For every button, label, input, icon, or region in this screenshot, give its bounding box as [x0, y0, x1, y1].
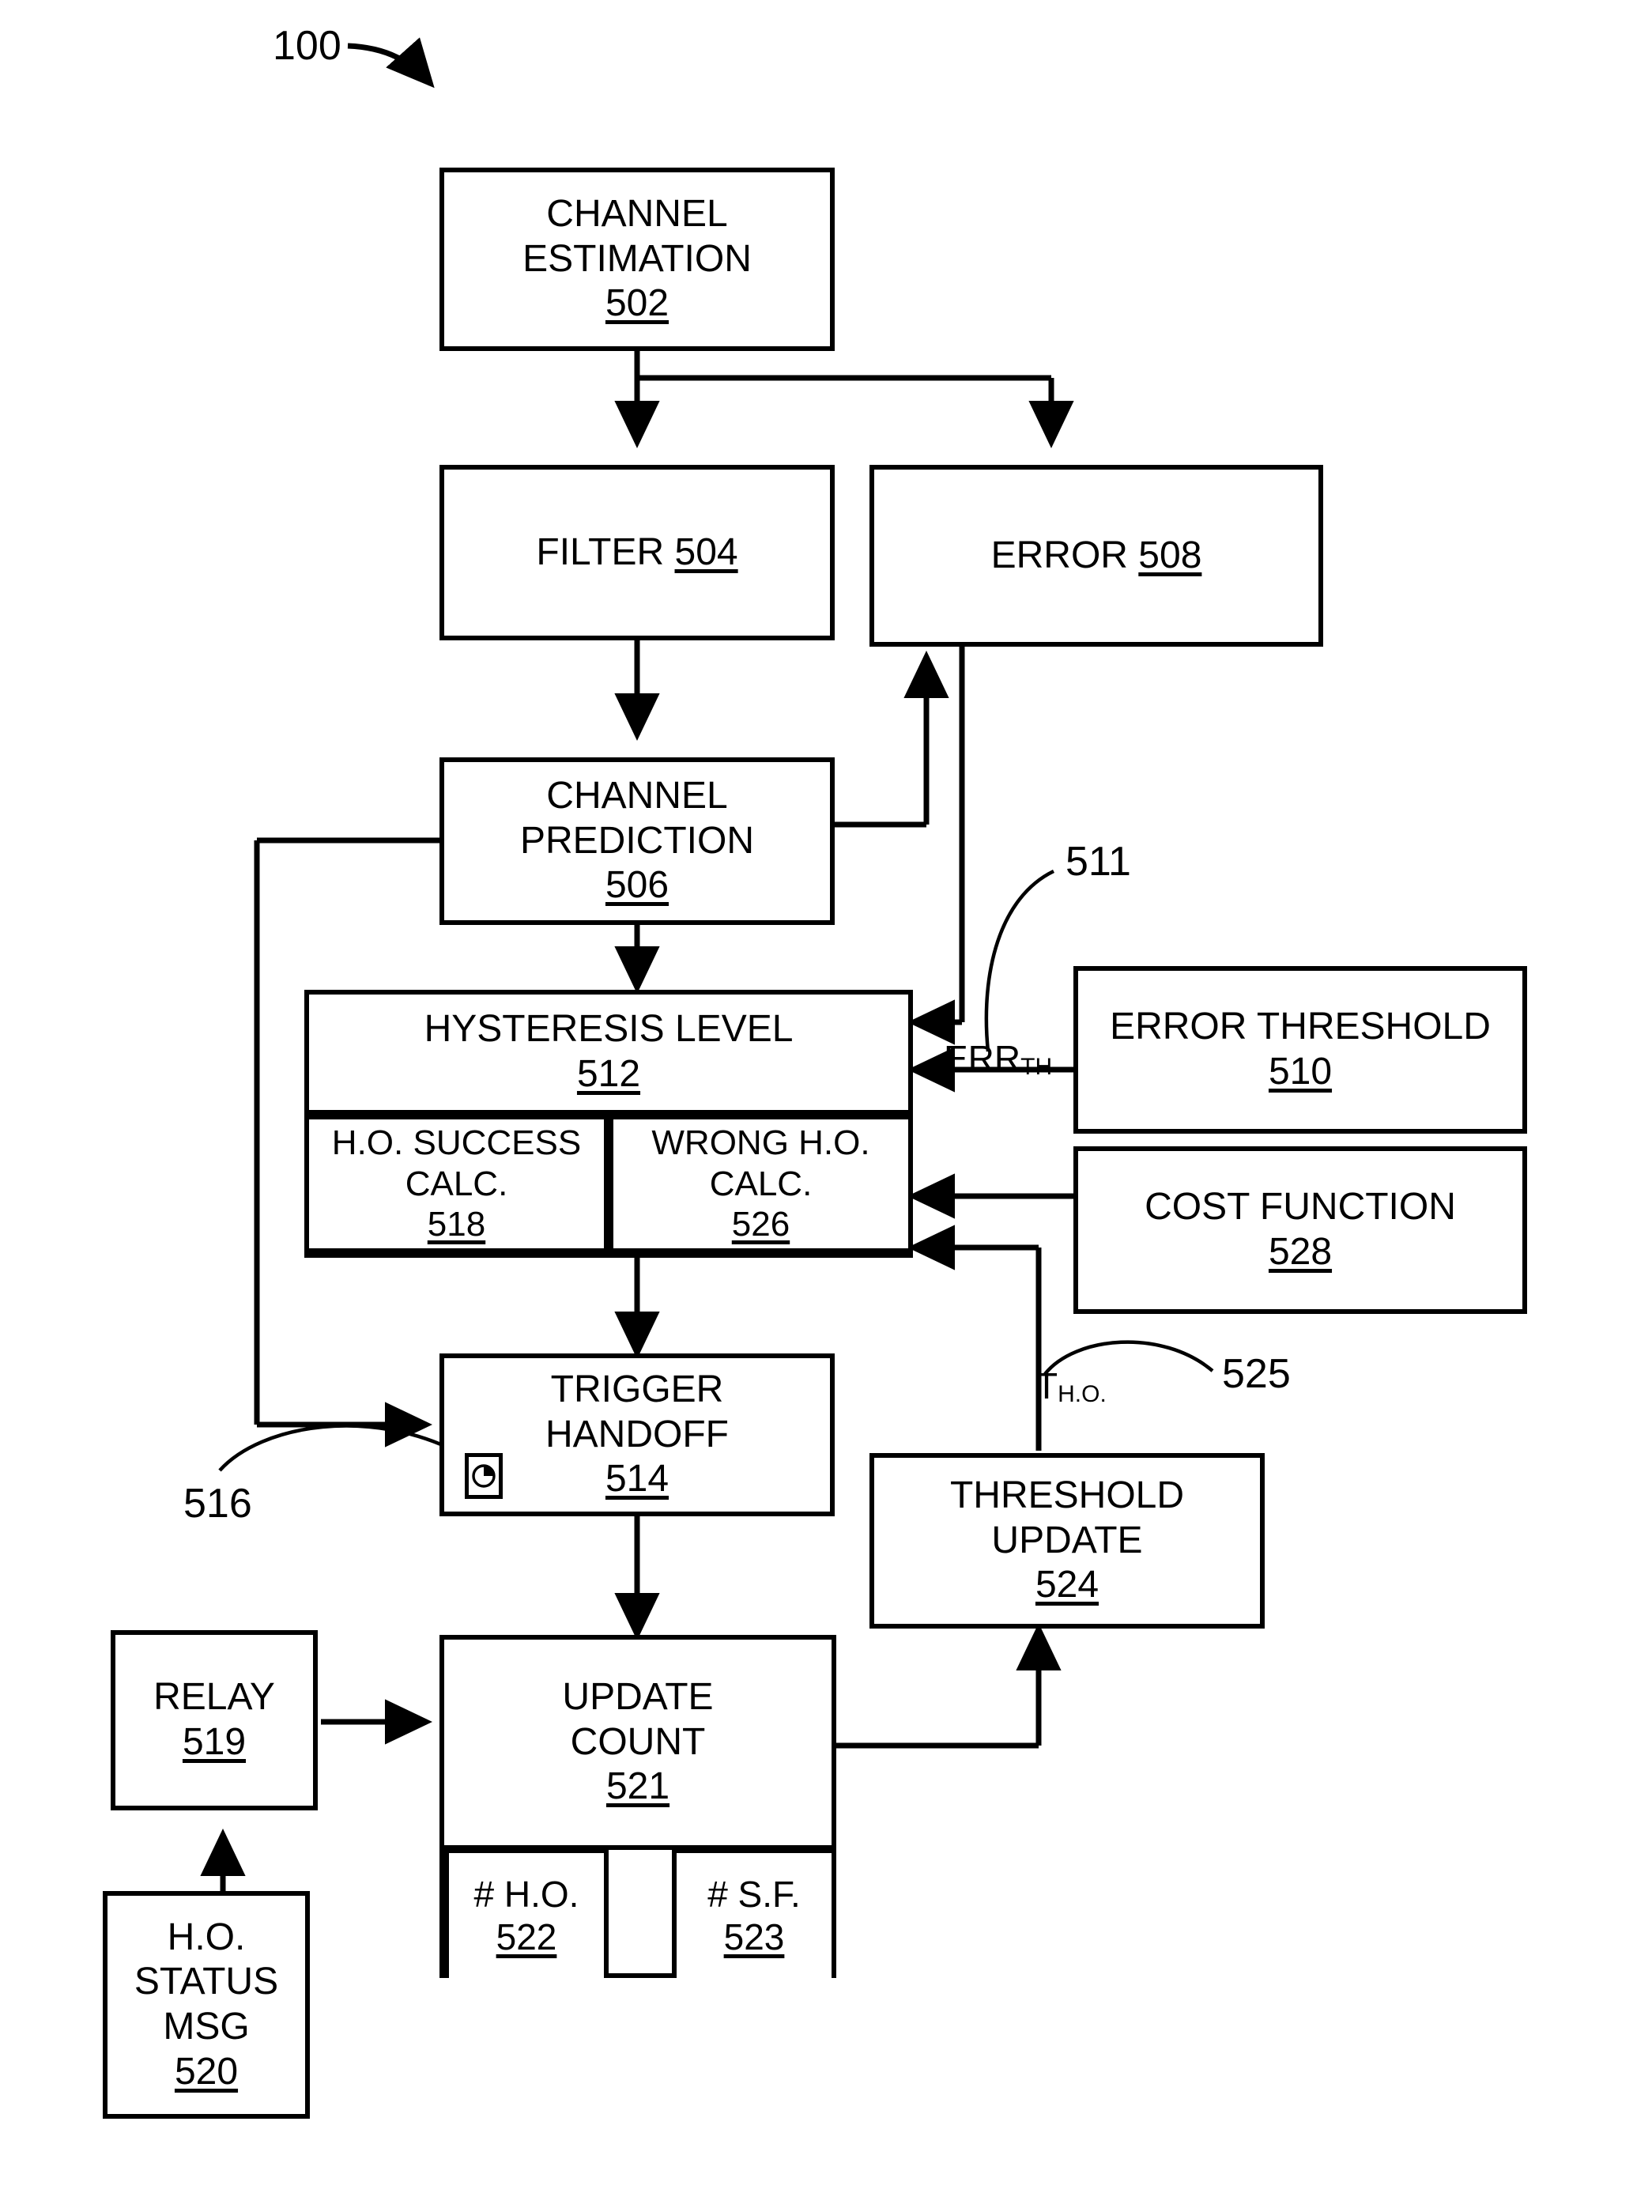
block-filter[interactable]: FILTER 504 — [439, 465, 835, 640]
block-hysteresis-level-line1: HYSTERESIS LEVEL — [424, 1008, 794, 1051]
block-error-label: ERROR 508 — [991, 534, 1202, 579]
block-relay-number: 519 — [182, 1721, 247, 1763]
block-cost-function-number: 528 — [1268, 1231, 1333, 1273]
block-update-count[interactable]: UPDATE COUNT 521 — [439, 1635, 836, 1850]
block-cost-function[interactable]: COST FUNCTION 528 — [1073, 1146, 1527, 1314]
block-trigger-handoff-line1: TRIGGER — [550, 1368, 724, 1411]
block-channel-estimation-line2: ESTIMATION — [522, 237, 752, 280]
block-num-sf-number: 523 — [723, 1916, 785, 1957]
block-num-sf-line1: # S.F. — [707, 1873, 801, 1915]
block-error-number: 508 — [1138, 534, 1202, 576]
block-channel-prediction-line1: CHANNEL — [546, 775, 728, 817]
block-error-threshold[interactable]: ERROR THRESHOLD 510 — [1073, 966, 1527, 1134]
block-filter-line1: FILTER — [536, 530, 665, 573]
block-hysteresis-level[interactable]: HYSTERESIS LEVEL 512 — [304, 990, 913, 1115]
block-wrong-ho-calc[interactable]: WRONG H.O. CALC. 526 — [609, 1115, 913, 1253]
block-ho-success-calc-line1: H.O. SUCCESS — [331, 1123, 582, 1162]
hysteresis-composite-bottom-rail — [304, 1253, 913, 1258]
block-ho-status-msg[interactable]: H.O. STATUS MSG 520 — [103, 1891, 310, 2119]
block-update-count-line1: UPDATE — [562, 1676, 714, 1719]
block-ho-status-msg-line3: MSG — [163, 2006, 250, 2048]
block-error-threshold-number: 510 — [1268, 1051, 1333, 1093]
block-error[interactable]: ERROR 508 — [869, 465, 1323, 647]
block-hysteresis-level-number: 512 — [576, 1053, 641, 1095]
block-ho-status-msg-line1: H.O. — [167, 1916, 246, 1958]
t-handoff-signal-base: T — [1035, 1365, 1058, 1406]
block-num-ho[interactable]: # H.O. 522 — [444, 1848, 609, 1978]
t-handoff-signal-subscript: H.O. — [1058, 1381, 1107, 1408]
block-channel-prediction-line2: PREDICTION — [519, 819, 754, 862]
err-threshold-signal-base: ERR — [944, 1038, 1021, 1079]
figure-number-label: 100 — [273, 23, 341, 69]
t-handoff-signal-label: TH.O. — [1035, 1365, 1107, 1408]
block-relay[interactable]: RELAY 519 — [111, 1630, 318, 1810]
block-threshold-update-line1: THRESHOLD — [949, 1474, 1185, 1517]
block-channel-estimation-number: 502 — [605, 282, 669, 325]
block-wrong-ho-calc-line1: WRONG H.O. — [651, 1123, 870, 1162]
block-channel-estimation[interactable]: CHANNEL ESTIMATION 502 — [439, 168, 835, 351]
block-trigger-handoff-number: 514 — [605, 1458, 669, 1500]
block-ho-status-msg-number: 520 — [174, 2050, 239, 2093]
block-num-ho-number: 522 — [496, 1916, 557, 1957]
block-threshold-update-number: 524 — [1035, 1564, 1099, 1606]
block-ho-success-calc[interactable]: H.O. SUCCESS CALC. 518 — [304, 1115, 609, 1253]
block-threshold-update[interactable]: THRESHOLD UPDATE 524 — [869, 1453, 1265, 1629]
block-relay-line1: RELAY — [153, 1676, 275, 1719]
block-threshold-update-line2: UPDATE — [991, 1519, 1143, 1561]
block-ho-status-msg-line2: STATUS — [134, 1961, 279, 2003]
block-ho-success-calc-line2: CALC. — [405, 1164, 508, 1203]
block-ho-success-calc-number: 518 — [427, 1205, 486, 1244]
block-error-line1: ERROR — [990, 534, 1128, 576]
block-update-count-line2: COUNT — [570, 1720, 706, 1763]
block-update-count-number: 521 — [605, 1765, 670, 1808]
clock-icon[interactable] — [465, 1453, 503, 1499]
block-filter-number: 504 — [674, 530, 738, 573]
err-threshold-signal-label: ERRTH — [944, 1037, 1052, 1081]
block-trigger-handoff-line2: HANDOFF — [545, 1413, 729, 1455]
reference-label-525: 525 — [1222, 1351, 1291, 1397]
block-num-ho-line1: # H.O. — [473, 1873, 579, 1915]
block-error-threshold-line1: ERROR THRESHOLD — [1110, 1006, 1491, 1048]
block-channel-estimation-line1: CHANNEL — [546, 193, 728, 236]
block-wrong-ho-calc-number: 526 — [731, 1205, 790, 1244]
patent-figure-canvas: 100 CHANNEL ESTIMATION 502 FILTER 504 ER… — [0, 0, 1652, 2212]
block-wrong-ho-calc-line2: CALC. — [709, 1164, 813, 1203]
block-channel-prediction-number: 506 — [605, 864, 669, 907]
block-channel-prediction[interactable]: CHANNEL PREDICTION 506 — [439, 757, 835, 925]
reference-label-511: 511 — [1066, 839, 1131, 885]
block-filter-label: FILTER 504 — [536, 530, 737, 576]
err-threshold-signal-subscript: TH — [1020, 1054, 1053, 1081]
reference-label-516: 516 — [183, 1481, 252, 1527]
block-cost-function-line1: COST FUNCTION — [1145, 1186, 1456, 1229]
block-num-sf[interactable]: # S.F. 523 — [672, 1848, 836, 1978]
